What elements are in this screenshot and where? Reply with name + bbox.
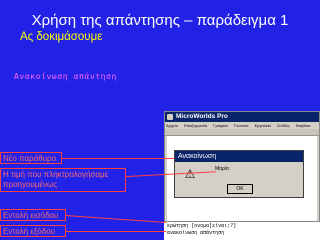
alert-dialog: Ανακοίνωση ⚠ Μαρία OK: [174, 150, 304, 198]
app-icon: [167, 114, 173, 120]
menu-item-pages[interactable]: Σελίδες: [277, 123, 290, 128]
menu-item-tools[interactable]: Εργαλεία: [255, 123, 271, 128]
announcement-link[interactable]: Ανακοίνωση απάντηση: [14, 72, 117, 81]
slide-title: Χρήση της απάντησης – παράδειγμα 1: [31, 12, 289, 29]
alert-titlebar[interactable]: Ανακοίνωση: [175, 151, 303, 162]
callout-new-window: Νέο παράθυρο: [0, 152, 62, 164]
menu-item-edit[interactable]: Επεξεργασία: [184, 123, 207, 128]
menubar: Αρχείο Επεξεργασία Γραφικά Γλώσσα Εργαλε…: [165, 122, 319, 129]
menu-item-graphics[interactable]: Γραφικά: [213, 123, 228, 128]
leader-line-new-window: [62, 158, 174, 159]
alert-title: Ανακοίνωση: [178, 153, 217, 160]
microworlds-titlebar[interactable]: MicroWorlds Pro: [165, 112, 319, 122]
menu-item-language[interactable]: Γλώσσα: [234, 123, 249, 128]
callout-typed-value: Η τιμή που πληκτρολογήσαμε προηγουμένως: [0, 168, 126, 192]
warning-icon: ⚠: [184, 167, 196, 181]
command-line-input: ερώτηση [ονομα]είναι;?]: [167, 223, 237, 229]
ok-button[interactable]: OK: [227, 184, 253, 194]
slide-subtitle: Ας δοκιμάσουμε: [20, 31, 103, 43]
leader-line-output-command: [66, 231, 166, 232]
command-line-output: ανακοίνωση απάντηση: [167, 230, 225, 236]
window-title: MicroWorlds Pro: [176, 113, 228, 120]
command-center[interactable]: ερώτηση [ονομα]είναι;?] ανακοίνωση απάντ…: [164, 221, 320, 240]
alert-message: Μαρία: [215, 166, 229, 172]
menu-item-help[interactable]: Βοήθεια: [296, 123, 310, 128]
menu-item-file[interactable]: Αρχείο: [166, 123, 178, 128]
toolbar: [165, 129, 319, 136]
callout-output-command: Εντολή εξόδου: [0, 225, 66, 237]
callout-input-command: Εντολή εισόδου: [0, 209, 66, 221]
leader-line-input-command: [65, 215, 166, 223]
